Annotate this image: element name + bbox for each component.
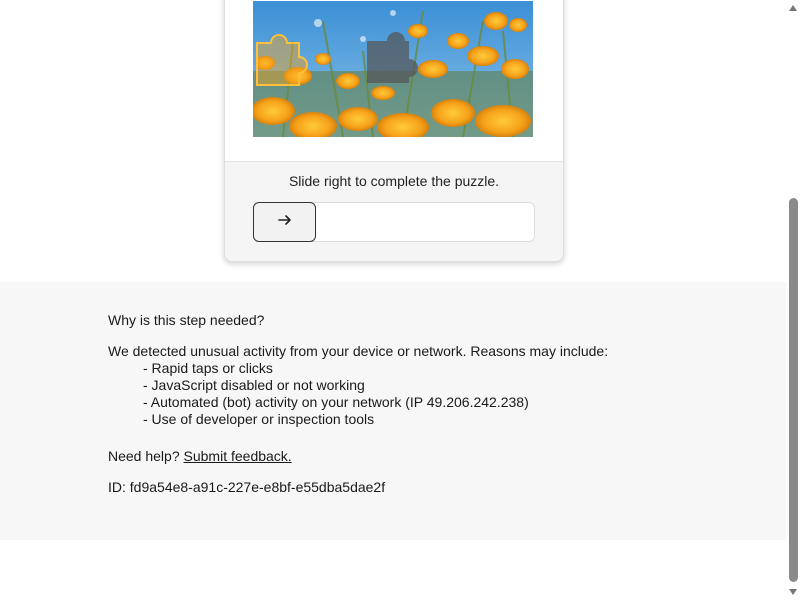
info-section: Why is this step needed? We detected unu… xyxy=(0,282,786,540)
reason-item: - Use of developer or inspection tools xyxy=(143,411,375,427)
arrow-right-icon xyxy=(277,213,292,231)
slider-handle[interactable] xyxy=(253,202,316,242)
scroll-down-arrow-icon[interactable] xyxy=(786,586,800,598)
puzzle-image-area xyxy=(225,0,563,162)
puzzle-image xyxy=(253,1,533,137)
submit-feedback-link[interactable]: Submit feedback. xyxy=(184,448,292,464)
reason-item: - Automated (bot) activity on your netwo… xyxy=(143,394,529,410)
vertical-scrollbar[interactable] xyxy=(786,0,800,600)
scrollbar-thumb[interactable] xyxy=(789,198,798,582)
page: Slide right to complete the puzzle. Why … xyxy=(0,0,786,600)
scroll-up-arrow-icon[interactable] xyxy=(786,2,800,14)
reason-item: - JavaScript disabled or not working xyxy=(143,377,365,393)
captcha-prompt: Slide right to complete the puzzle. xyxy=(288,173,500,189)
help-line: Need help? Submit feedback. xyxy=(108,448,608,465)
reasons-list: - Rapid taps or clicks - JavaScript disa… xyxy=(108,360,608,428)
reason-item: - Rapid taps or clicks xyxy=(143,360,273,376)
help-prefix: Need help? xyxy=(108,448,180,464)
why-heading: Why is this step needed? xyxy=(108,312,265,328)
captcha-card: Slide right to complete the puzzle. xyxy=(224,0,564,262)
reasons-intro: We detected unusual activity from your d… xyxy=(108,343,609,359)
request-id: ID: fd9a54e8-a91c-227e-e8bf-e55dba5dae2f xyxy=(108,479,386,495)
